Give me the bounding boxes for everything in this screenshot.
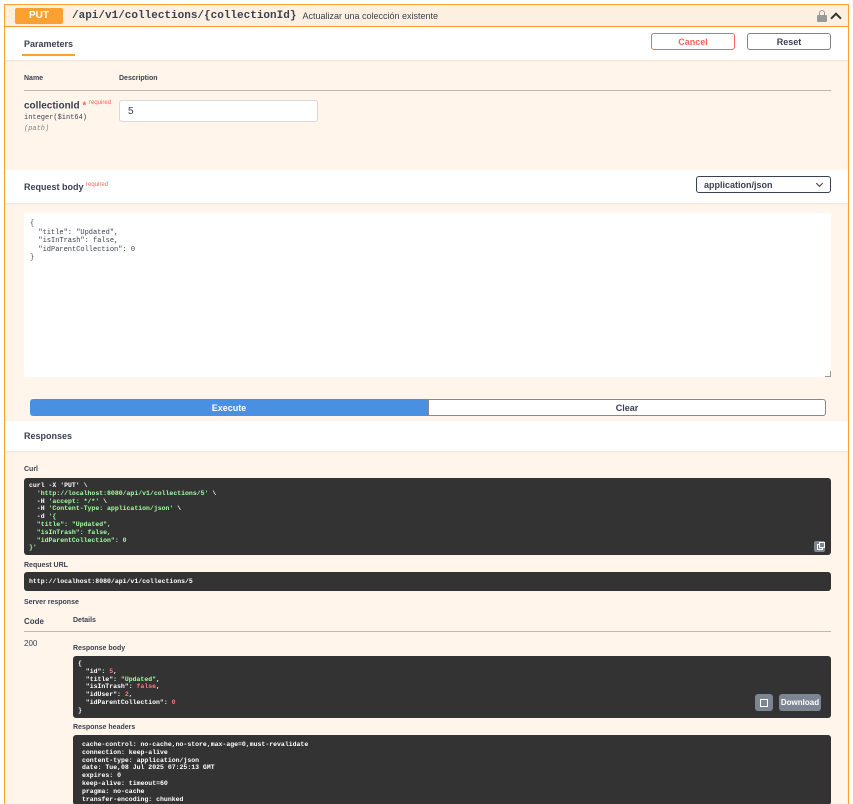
download-button[interactable]: Download bbox=[779, 694, 821, 711]
response-headers-label: Response headers bbox=[73, 724, 136, 731]
request-body-textarea[interactable]: { "title": "Updated", "isInTrash": false… bbox=[24, 213, 831, 377]
request-url-block[interactable]: http://localhost:8080/api/v1/collections… bbox=[24, 572, 831, 591]
divider bbox=[24, 631, 831, 632]
endpoint-path: /api/v1/collections/{collectionId} bbox=[72, 9, 297, 22]
cancel-button[interactable]: Cancel bbox=[651, 33, 735, 50]
lock-icon[interactable] bbox=[817, 9, 827, 22]
clear-button[interactable]: Clear bbox=[428, 399, 826, 416]
curl-code-block[interactable]: curl -X 'PUT' \ 'http://localhost:8080/a… bbox=[24, 478, 831, 555]
endpoint-description: Actualizar una colección existente bbox=[302, 10, 439, 21]
tab-parameters[interactable]: Parameters bbox=[21, 27, 76, 60]
response-body-label: Response body bbox=[73, 645, 126, 652]
request-url-label: Request URL bbox=[24, 562, 68, 569]
method-badge: PUT bbox=[15, 7, 63, 24]
parameters-table: Name Description collectionId * required… bbox=[5, 60, 848, 170]
execute-button[interactable]: Execute bbox=[30, 399, 428, 416]
copy-icon[interactable] bbox=[755, 694, 773, 711]
param-location: (path) bbox=[24, 125, 50, 133]
responses-title: Responses bbox=[24, 431, 73, 441]
reset-button[interactable]: Reset bbox=[747, 33, 831, 50]
details-column-header: Details bbox=[73, 617, 96, 624]
code-column-header: Code bbox=[24, 617, 44, 626]
curl-line: curl -X 'PUT' \ bbox=[29, 482, 88, 489]
content-type-select[interactable]: application/json bbox=[696, 176, 831, 193]
param-type: integer($int64) bbox=[24, 114, 88, 122]
resize-handle-icon[interactable] bbox=[825, 371, 831, 377]
copy-icon[interactable] bbox=[814, 541, 825, 552]
server-response-label: Server response bbox=[24, 599, 79, 606]
parameters-header: Parameters Cancel Reset bbox=[5, 27, 848, 60]
divider bbox=[24, 90, 831, 91]
request-body-header: Request body required application/json bbox=[5, 170, 848, 203]
responses-header: Responses bbox=[5, 421, 848, 451]
chevron-up-icon[interactable] bbox=[830, 11, 842, 24]
response-code: 200 bbox=[24, 639, 38, 648]
request-body-area: { "title": "Updated", "isInTrash": false… bbox=[5, 203, 848, 416]
response-headers-block[interactable]: cache-control: no-cache,no-store,max-age… bbox=[73, 735, 831, 804]
chevron-down-icon bbox=[815, 179, 824, 188]
request-body-title: Request body required bbox=[24, 181, 109, 192]
opblock-summary[interactable]: PUT /api/v1/collections/{collectionId} A… bbox=[5, 5, 848, 27]
column-description-header: Description bbox=[119, 75, 158, 82]
curl-label: Curl bbox=[24, 466, 38, 473]
response-body-block[interactable]: { "id": 5, "title": "Updated", "isInTras… bbox=[73, 656, 831, 718]
curl-url: 'http://localhost:8080/api/v1/collection… bbox=[36, 489, 209, 497]
opblock-put: PUT /api/v1/collections/{collectionId} A… bbox=[4, 4, 849, 804]
param-name: collectionId * required bbox=[24, 100, 112, 112]
collection-id-input[interactable]: 5 bbox=[119, 100, 318, 122]
column-name-header: Name bbox=[24, 75, 44, 82]
